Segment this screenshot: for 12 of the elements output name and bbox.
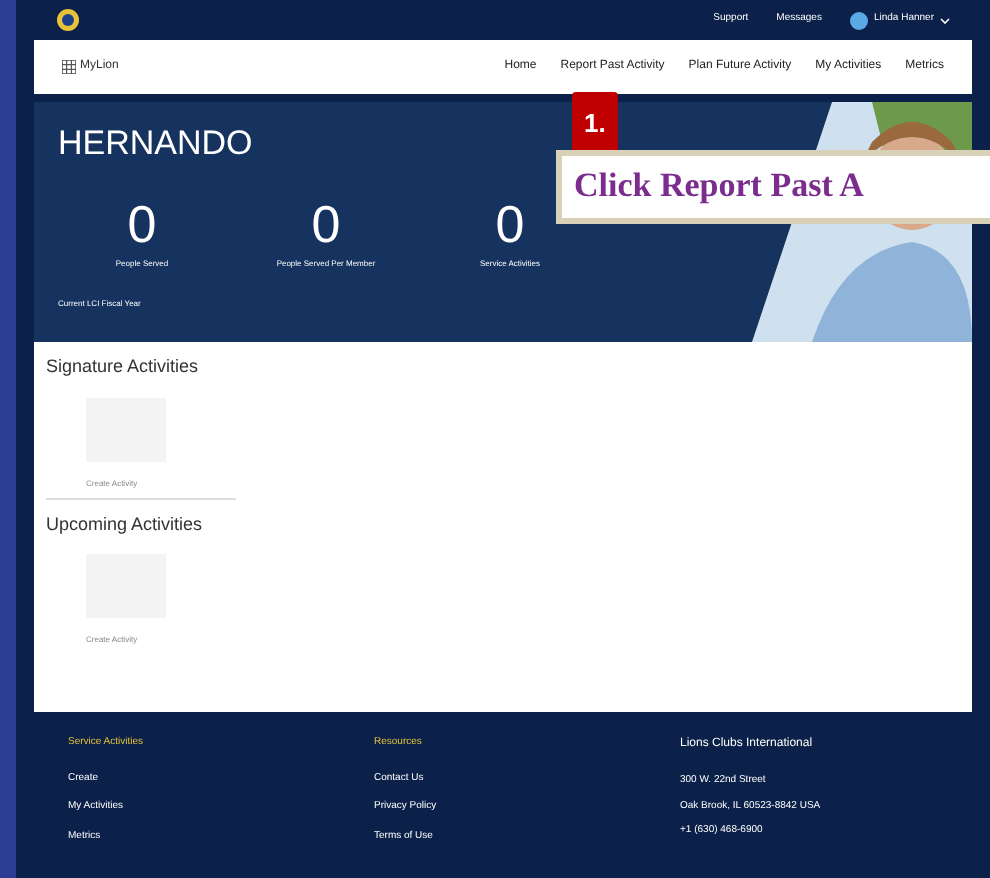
caret-icon[interactable] [940, 17, 950, 23]
stat-value: 0 [495, 197, 525, 249]
grid-icon[interactable] [62, 60, 76, 74]
stat-value: 0 [311, 197, 341, 249]
lion-logo-icon [56, 8, 80, 32]
club-name: HERNANDO [58, 122, 253, 166]
section-title: Upcoming Activities [46, 511, 205, 538]
step-marker: 1. [572, 92, 618, 149]
stat-value: 0 [127, 197, 157, 249]
section-title: Signature Activities [46, 354, 201, 380]
avatar-icon[interactable] [849, 11, 868, 29]
callout-text: Click Report Past A [574, 164, 864, 209]
